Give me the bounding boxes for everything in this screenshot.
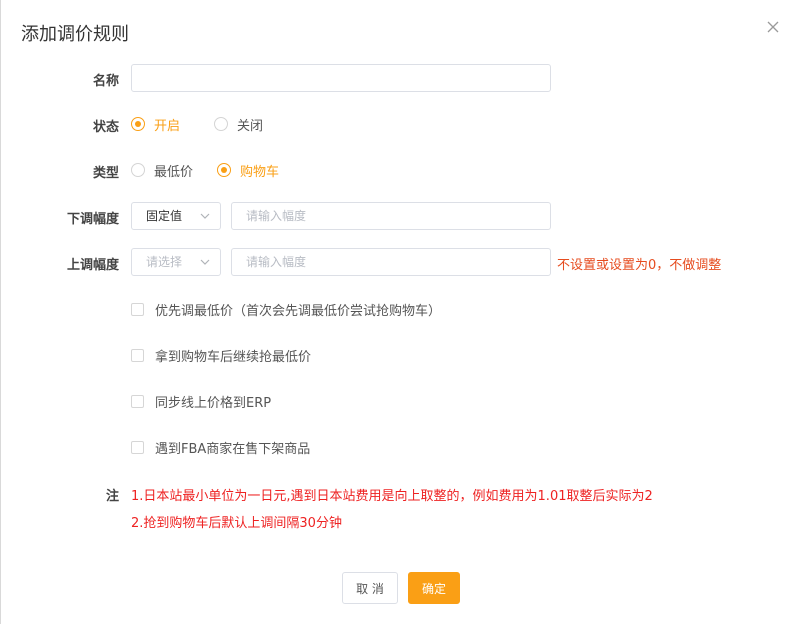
name-input[interactable] — [131, 64, 551, 92]
up-type-select[interactable]: 请选择 — [131, 248, 221, 276]
confirm-button[interactable]: 确定 — [408, 572, 460, 604]
status-radio-on[interactable]: 开启 — [131, 115, 180, 134]
checkbox-prefer-lowest-label: 优先调最低价（首次会先调最低价尝试抢购物车） — [155, 304, 442, 319]
checkbox-continue-lowest[interactable]: 拿到购物车后继续抢最低价 — [131, 346, 311, 365]
checkbox-sync-erp-label: 同步线上价格到ERP — [155, 396, 272, 411]
status-radio-off[interactable]: 关闭 — [214, 115, 263, 134]
checkbox-icon — [131, 441, 144, 454]
down-type-select-value: 固定值 — [146, 209, 183, 223]
note-line-1: 1.日本站最小单位为一日元,遇到日本站费用是向上取整的，例如费用为1.01取整后… — [131, 489, 653, 504]
status-radio-group: 开启 关闭 — [131, 114, 287, 134]
up-amount-input[interactable] — [231, 248, 551, 276]
checkbox-prefer-lowest[interactable]: 优先调最低价（首次会先调最低价尝试抢购物车） — [131, 300, 441, 319]
radio-checked-icon — [217, 163, 232, 177]
type-radio-cart[interactable]: 购物车 — [217, 161, 279, 180]
checkbox-icon — [131, 303, 144, 316]
radio-unchecked-icon — [214, 117, 229, 131]
up-type-select-placeholder: 请选择 — [146, 255, 183, 269]
chevron-down-icon — [200, 213, 210, 219]
chevron-down-icon — [200, 259, 210, 265]
checkbox-icon — [131, 395, 144, 408]
radio-checked-icon — [131, 117, 145, 131]
down-type-select[interactable]: 固定值 — [131, 202, 221, 230]
type-radio-group: 最低价 购物车 — [131, 160, 303, 180]
checkbox-fba-delist[interactable]: 遇到FBA商家在售下架商品 — [131, 438, 310, 457]
checkbox-fba-delist-label: 遇到FBA商家在售下架商品 — [155, 442, 311, 457]
down-adjust-label: 下调幅度 — [66, 212, 119, 227]
dialog-title: 添加调价规则 — [21, 24, 129, 45]
note-label: 注 — [105, 489, 119, 504]
type-label: 类型 — [92, 166, 119, 181]
checkbox-sync-erp[interactable]: 同步线上价格到ERP — [131, 392, 271, 411]
type-radio-cart-label: 购物车 — [240, 164, 280, 180]
up-adjust-label: 上调幅度 — [66, 258, 119, 273]
name-label: 名称 — [92, 74, 119, 89]
dialog-left-border — [0, 0, 1, 624]
type-radio-lowest-label: 最低价 — [154, 164, 194, 180]
add-price-rule-dialog: 添加调价规则 名称 状态 开启 关闭 类型 最低价 购物车 下调幅度 固定值 请… — [0, 0, 798, 624]
radio-unchecked-icon — [131, 163, 145, 177]
down-amount-input[interactable] — [231, 202, 551, 230]
status-label: 状态 — [92, 120, 119, 135]
checkbox-icon — [131, 349, 144, 362]
checkbox-continue-lowest-label: 拿到购物车后继续抢最低价 — [155, 350, 312, 365]
cancel-button[interactable]: 取 消 — [342, 572, 398, 604]
close-icon[interactable] — [766, 20, 780, 34]
up-adjust-hint: 不设置或设置为0，不做调整 — [557, 258, 722, 273]
type-radio-lowest[interactable]: 最低价 — [131, 161, 193, 180]
status-radio-on-label: 开启 — [154, 118, 181, 134]
status-radio-off-label: 关闭 — [237, 118, 264, 134]
note-line-2: 2.抢到购物车后默认上调间隔30分钟 — [131, 516, 342, 531]
